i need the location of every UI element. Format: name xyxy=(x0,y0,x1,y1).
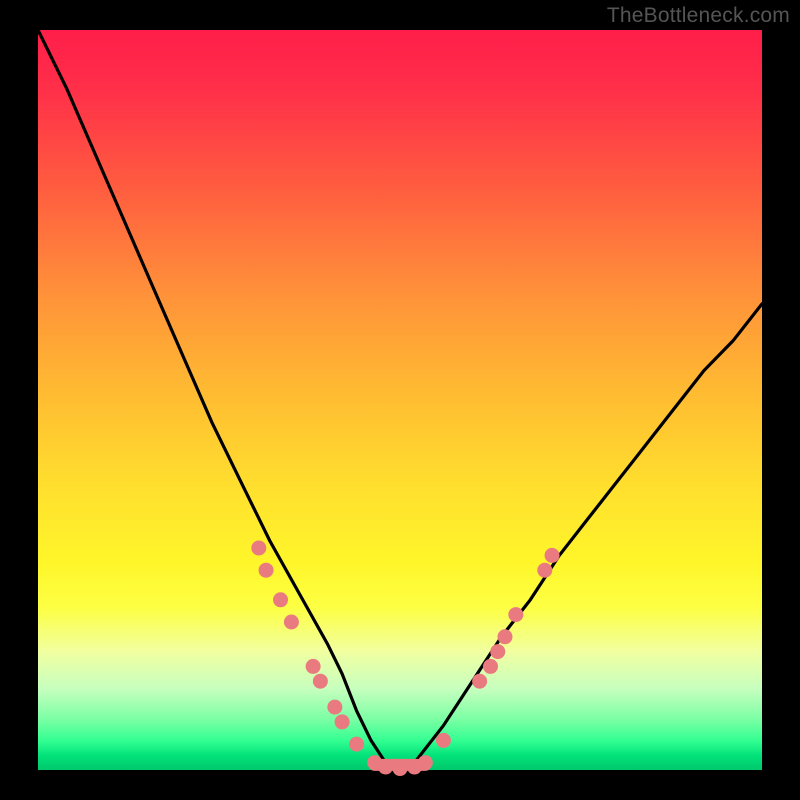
highlight-marker xyxy=(313,674,328,689)
highlight-marker xyxy=(497,629,512,644)
highlight-marker xyxy=(537,563,552,578)
bottleneck-curve xyxy=(38,30,762,770)
highlight-marker xyxy=(378,760,393,775)
chart-frame: TheBottleneck.com xyxy=(0,0,800,800)
highlight-marker xyxy=(472,674,487,689)
highlight-marker xyxy=(251,541,266,556)
plot-area xyxy=(38,30,762,770)
highlight-marker xyxy=(327,700,342,715)
highlight-marker xyxy=(483,659,498,674)
highlight-marker xyxy=(349,737,364,752)
highlight-marker xyxy=(490,644,505,659)
highlight-marker xyxy=(393,761,408,776)
curve-layer xyxy=(38,30,762,770)
highlight-marker xyxy=(273,592,288,607)
highlight-marker xyxy=(436,733,451,748)
highlight-marker xyxy=(508,607,523,622)
highlight-marker xyxy=(418,755,433,770)
highlight-marker xyxy=(545,548,560,563)
bottleneck-curve-path xyxy=(38,30,762,770)
highlight-marker xyxy=(259,563,274,578)
highlight-marker xyxy=(306,659,321,674)
highlight-marker xyxy=(335,714,350,729)
watermark-text: TheBottleneck.com xyxy=(607,4,790,28)
highlight-markers xyxy=(251,541,559,777)
highlight-marker xyxy=(284,615,299,630)
